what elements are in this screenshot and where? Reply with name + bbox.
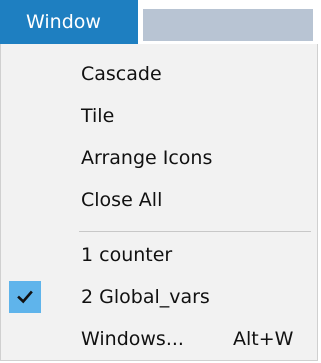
menu-item-tile[interactable]: Tile (1, 96, 317, 136)
menu-item-window-global-vars[interactable]: 2 Global_vars (1, 277, 317, 317)
menu-item-label: Windows... (81, 328, 184, 350)
menu-item-shortcut: Alt+W (233, 328, 294, 350)
menu-bar-blank-area (143, 9, 313, 41)
menu-item-windows-dialog[interactable]: Windows... Alt+W (1, 319, 317, 359)
checkmark-icon (9, 281, 41, 313)
menu-item-label: 1 counter (81, 244, 173, 266)
menu-item-label: Cascade (81, 63, 162, 85)
window-menu-title[interactable]: Window (0, 0, 138, 44)
menu-bar: Window (0, 0, 321, 44)
menu-item-label: 2 Global_vars (81, 286, 210, 308)
menu-item-label: Close All (81, 189, 163, 211)
window-dropdown-menu: Cascade Tile Arrange Icons Close All 1 c… (0, 44, 318, 361)
menu-item-close-all[interactable]: Close All (1, 180, 317, 220)
menu-item-window-counter[interactable]: 1 counter (1, 235, 317, 275)
menu-item-arrange-icons[interactable]: Arrange Icons (1, 138, 317, 178)
menu-item-cascade[interactable]: Cascade (1, 54, 317, 94)
window-menu-screen: Window Cascade Tile Arrange Icons Close … (0, 0, 321, 363)
menu-item-label: Tile (81, 105, 115, 127)
menu-separator (79, 231, 311, 232)
menu-item-label: Arrange Icons (81, 147, 213, 169)
